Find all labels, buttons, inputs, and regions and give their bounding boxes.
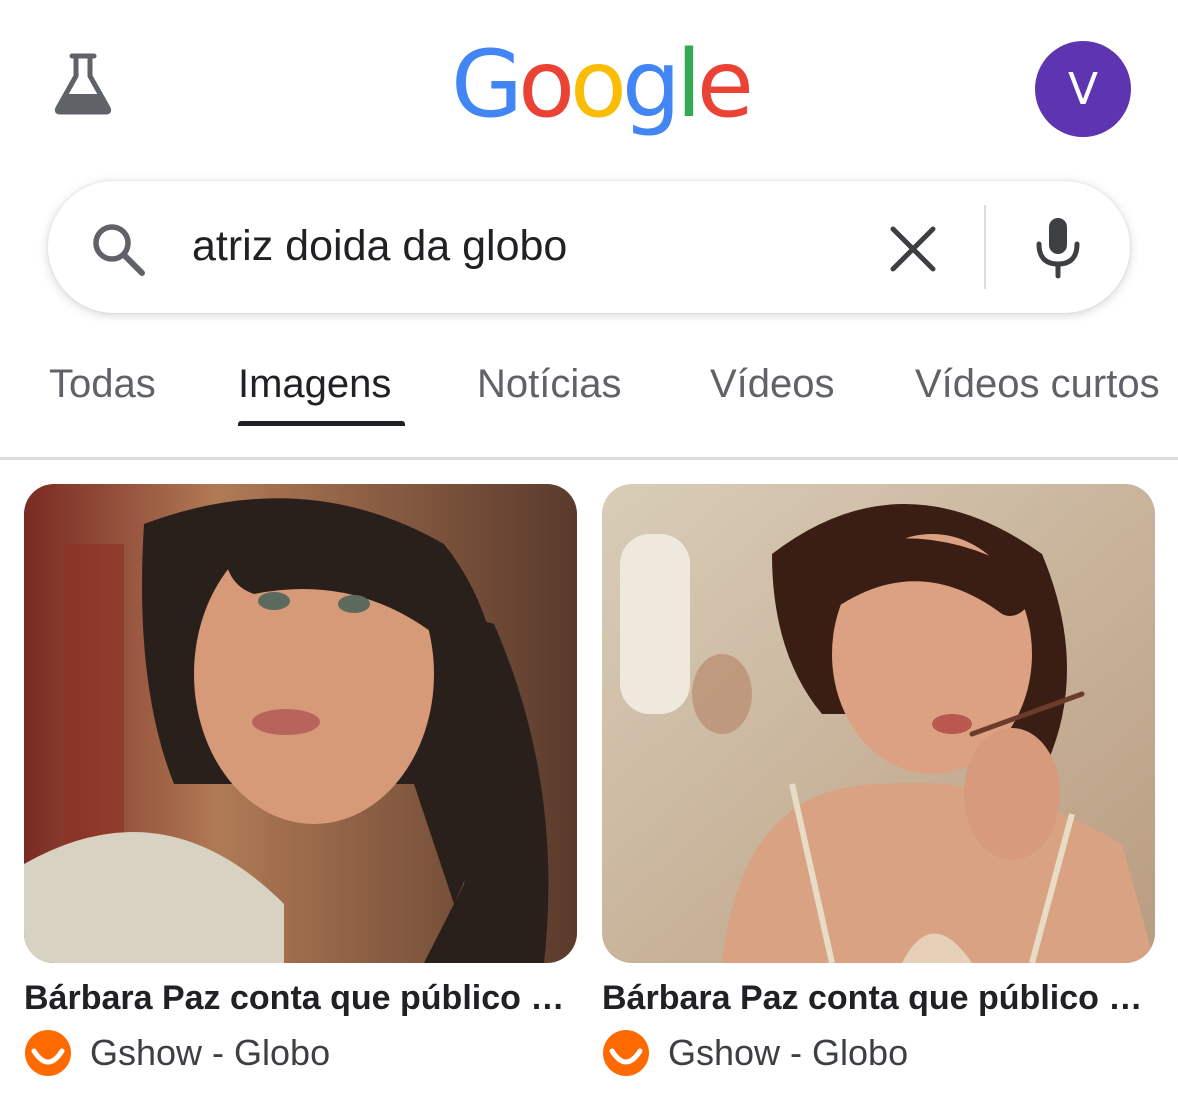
microphone-icon[interactable]: [1024, 212, 1092, 280]
logo-letter: e: [696, 30, 754, 138]
tabs-divider: [0, 457, 1178, 460]
logo-letter: g: [621, 30, 681, 138]
logo-letter: o: [518, 30, 575, 138]
result-title[interactable]: Bárbara Paz conta que público se assusto…: [24, 976, 577, 1020]
search-divider: [984, 205, 986, 289]
logo-letter: o: [569, 30, 627, 138]
close-icon[interactable]: [880, 216, 946, 282]
labs-flask-icon[interactable]: [50, 50, 116, 116]
logo-letter: l: [675, 30, 702, 138]
avatar[interactable]: V: [1035, 41, 1131, 137]
tab-videos[interactable]: Vídeos: [710, 357, 835, 411]
tab-imagens[interactable]: Imagens: [238, 357, 391, 411]
search-input[interactable]: [192, 216, 842, 276]
result-image[interactable]: [602, 484, 1155, 963]
avatar-letter: V: [1067, 63, 1099, 115]
gshow-favicon-icon: [602, 1029, 650, 1077]
active-tab-indicator: [238, 421, 405, 426]
tab-noticias[interactable]: Notícias: [477, 357, 622, 411]
result-image[interactable]: [24, 484, 577, 963]
search-icon: [88, 219, 148, 279]
tab-videos-curtos[interactable]: Vídeos curtos: [915, 357, 1178, 411]
result-title[interactable]: Bárbara Paz conta que público adorou sua…: [602, 976, 1155, 1020]
result-source: Gshow - Globo: [90, 1032, 331, 1073]
tab-todas[interactable]: Todas: [49, 357, 156, 411]
logo-letter: G: [451, 30, 523, 138]
google-logo: Google: [451, 28, 754, 140]
gshow-favicon-icon: [24, 1029, 72, 1077]
result-source: Gshow - Globo: [668, 1032, 909, 1073]
